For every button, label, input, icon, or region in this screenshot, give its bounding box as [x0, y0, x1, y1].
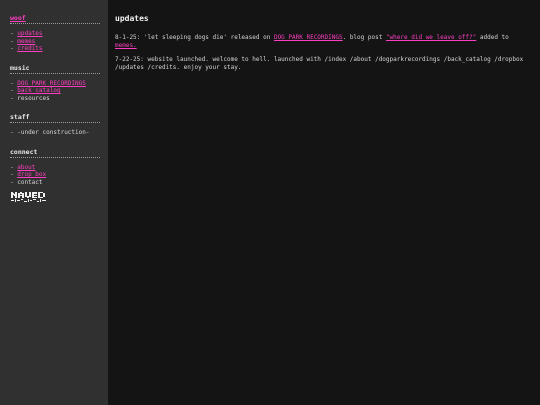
- sidebar-list-music: - DOG PARK RECORDINGS - back catalog - r…: [10, 80, 100, 103]
- main-content: updates 8-1-25: 'let sleeping dogs die' …: [108, 0, 540, 405]
- sidebar-list-home: - updates - memes - credits: [10, 30, 100, 53]
- sidebar-item-drop-box[interactable]: - drop box: [10, 171, 100, 179]
- sidebar-item-memes[interactable]: - memes: [10, 38, 100, 46]
- update-entry-text: . blog post: [342, 34, 386, 41]
- sidebar-item-resources: - resources: [10, 94, 50, 102]
- link-memes[interactable]: memes.: [115, 42, 137, 49]
- sidebar-item-under-construction: - -under construction-: [10, 129, 90, 136]
- sidebar: woof - updates - memes - credits music -…: [0, 0, 108, 405]
- sidebar-text-under-construction: -under construction-: [17, 129, 90, 136]
- sidebar-item-dog-park-recordings[interactable]: - DOG PARK RECORDINGS: [10, 80, 100, 88]
- sidebar-heading-staff: staff: [10, 113, 100, 123]
- sidebar-heading-woof[interactable]: woof: [10, 14, 100, 24]
- sidebar-heading-connect: connect: [10, 148, 100, 158]
- sidebar-item-back-catalog[interactable]: - back catalog: [10, 87, 100, 95]
- sidebar-list-connect: - about - drop box - contact: [10, 164, 100, 187]
- page: woof - updates - memes - credits music -…: [0, 0, 540, 405]
- sidebar-text-resources: resources: [17, 94, 50, 102]
- sidebar-link-drop-box[interactable]: drop box: [17, 171, 46, 178]
- page-title: updates: [115, 14, 149, 23]
- sidebar-link-memes[interactable]: memes: [17, 38, 35, 45]
- pixel-badge-icon[interactable]: [10, 189, 48, 204]
- sidebar-text-contact: contact: [17, 178, 43, 186]
- sidebar-link-dog-park-recordings[interactable]: DOG PARK RECORDINGS: [17, 80, 86, 87]
- sidebar-item-about[interactable]: - about: [10, 164, 100, 172]
- sidebar-heading-music: music: [10, 64, 100, 74]
- sidebar-item-contact: - contact: [10, 178, 43, 186]
- sidebar-item-updates[interactable]: - updates: [10, 30, 100, 38]
- update-entry-2025-07-22: 7-22-25: website launched. welcome to he…: [115, 56, 524, 71]
- update-entry-text: added to: [476, 34, 509, 41]
- sidebar-link-back-catalog[interactable]: back catalog: [17, 87, 60, 94]
- link-dog-park-recordings[interactable]: DOG PARK RECORDINGS: [274, 34, 343, 41]
- update-entry-text: 8-1-25: 'let sleeping dogs die' released…: [115, 34, 274, 41]
- sidebar-link-about[interactable]: about: [17, 164, 35, 171]
- sidebar-link-credits[interactable]: credits: [17, 45, 42, 52]
- sidebar-link-updates[interactable]: updates: [17, 30, 42, 37]
- link-blog-post[interactable]: "where did we leave off?": [386, 34, 476, 41]
- update-entry-2025-08-01: 8-1-25: 'let sleeping dogs die' released…: [115, 34, 530, 49]
- sidebar-item-credits[interactable]: - credits: [10, 45, 100, 53]
- pixel-badge-graphic: [10, 191, 48, 204]
- sidebar-list-staff: - -under construction-: [10, 129, 100, 137]
